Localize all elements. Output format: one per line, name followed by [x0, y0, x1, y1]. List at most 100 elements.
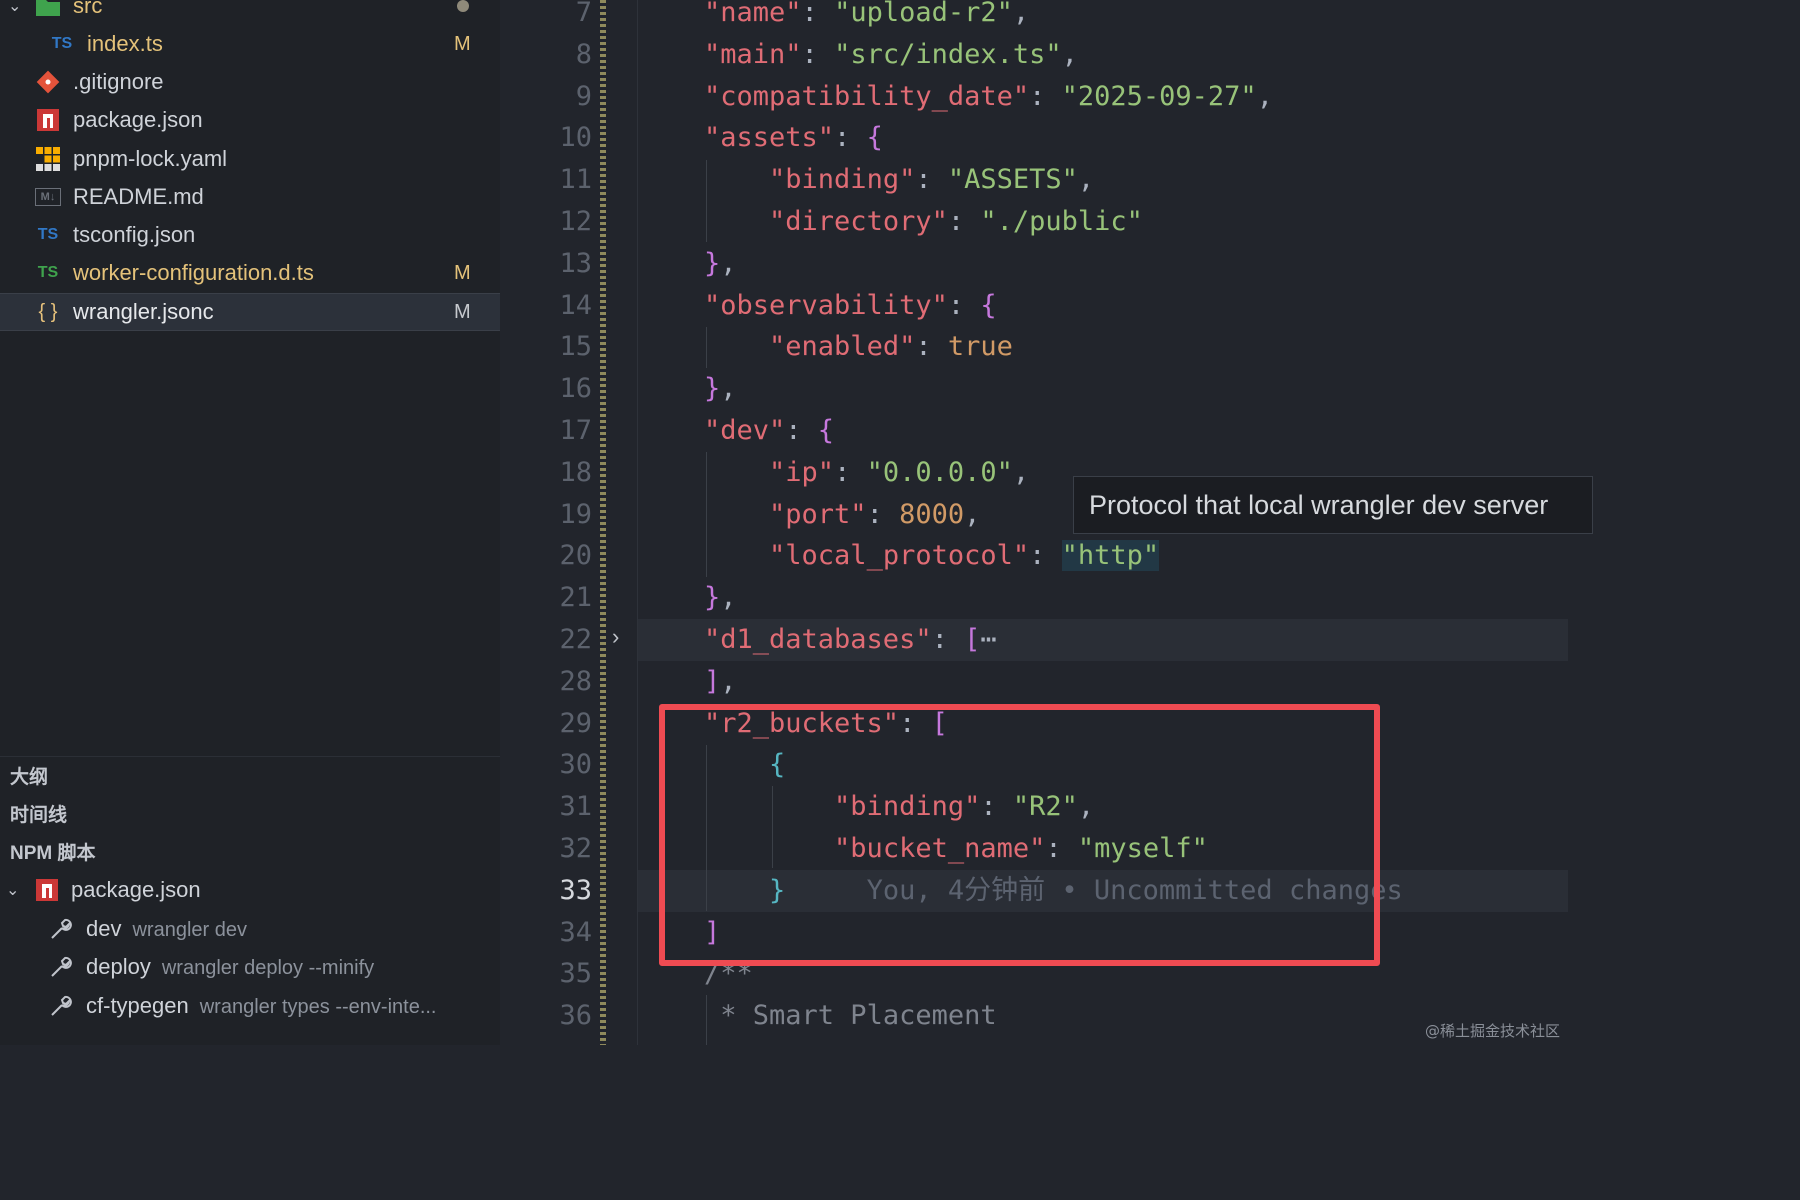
line-number: 33: [559, 874, 592, 906]
json-value: "http": [1061, 540, 1160, 572]
json-value: "0.0.0.0": [866, 456, 1013, 488]
code-line[interactable]: 20 "local_protocol": "http": [500, 535, 1568, 577]
line-number: 16: [559, 373, 592, 405]
file-name: tsconfig.json: [73, 222, 196, 247]
line-number: 21: [559, 582, 592, 614]
script-command: wrangler deploy --minify: [161, 957, 375, 979]
tree-file-worker-configuration[interactable]: TS worker-configuration.d.ts M: [0, 254, 500, 292]
line-number: 34: [559, 916, 592, 948]
code-line[interactable]: 22 "d1_databases": [⋯: [500, 619, 1568, 661]
json-value: "src/index.ts": [834, 38, 1062, 70]
code-line[interactable]: 21 },: [500, 577, 1568, 619]
json-key: "observability": [704, 289, 948, 321]
file-name: README.md: [73, 184, 204, 209]
code-line[interactable]: 15 "enabled": true: [500, 326, 1568, 368]
line-number: 35: [559, 958, 592, 990]
line-number: 9: [575, 80, 592, 112]
modified-badge: M: [454, 32, 471, 55]
tree-file-tsconfig[interactable]: TS tsconfig.json: [0, 216, 500, 254]
code-line[interactable]: 10 "assets": {: [500, 117, 1568, 159]
code-line[interactable]: 16 },: [500, 368, 1568, 410]
file-name: wrangler.jsonc: [73, 299, 214, 324]
code-line[interactable]: 8 "main": "src/index.ts",: [500, 34, 1568, 76]
code-line[interactable]: 12 "directory": "./public": [500, 201, 1568, 243]
line-number: 29: [559, 707, 592, 739]
line-number: 10: [559, 122, 592, 154]
comment: * Smart Placement: [720, 1000, 997, 1032]
watermark: @稀土掘金技术社区: [1424, 1022, 1560, 1040]
file-name: worker-configuration.d.ts: [73, 260, 314, 285]
script-name: deploy: [86, 954, 151, 979]
code-line[interactable]: 17 "dev": {: [500, 410, 1568, 452]
tree-folder-src[interactable]: ⌄ src: [0, 0, 500, 25]
json-value: "2025-09-27": [1061, 80, 1257, 112]
script-name: dev: [86, 916, 122, 941]
ts-icon: TS: [51, 35, 73, 52]
wrench-icon: [48, 993, 74, 1025]
line-number: 20: [559, 540, 592, 572]
ts-icon: TS: [37, 264, 59, 281]
modified-badge: M: [454, 300, 471, 323]
script-entry: dev wrangler dev: [86, 916, 247, 942]
npm-package-json[interactable]: ⌄ package.json: [0, 871, 500, 909]
code-line[interactable]: 28 ],: [500, 661, 1568, 703]
chevron-right-icon[interactable]: ›: [612, 624, 619, 650]
npm-scripts-panel-header[interactable]: NPM 脚本: [0, 832, 500, 870]
json-value: 8000: [899, 498, 965, 530]
line-number: 12: [559, 206, 592, 237]
json-key: "d1_databases": [704, 624, 932, 655]
chevron-down-icon: ⌄: [6, 882, 20, 899]
code-line[interactable]: 11 "binding": "ASSETS",: [500, 159, 1568, 201]
markdown-icon: M↓: [35, 188, 61, 206]
folder-name: src: [73, 0, 103, 18]
line-number: 36: [559, 1000, 592, 1032]
json-key: "main": [704, 38, 802, 70]
folded-ellipsis[interactable]: ⋯: [980, 624, 996, 655]
npm-icon: [35, 107, 61, 133]
line-number: 32: [559, 833, 592, 864]
annotation-highlight-box: [659, 704, 1380, 966]
npm-script-deploy[interactable]: deploy wrangler deploy --minify: [0, 948, 500, 986]
line-number: 8: [575, 38, 592, 70]
npm-icon: [35, 878, 59, 908]
indent-guide: [706, 327, 707, 368]
tree-file-pnpm-lock[interactable]: pnpm-lock.yaml: [0, 140, 500, 178]
json-value: true: [947, 331, 1013, 363]
file-name: pnpm-lock.yaml: [73, 146, 228, 171]
tree-file-readme[interactable]: M↓ README.md: [0, 178, 500, 216]
code-line[interactable]: 7 "name": "upload-r2",: [500, 0, 1568, 34]
script-command: wrangler types --env-inte...: [199, 996, 437, 1018]
code-line[interactable]: 13 },: [500, 243, 1568, 285]
file-name: .gitignore: [73, 69, 164, 94]
line-number: 7: [575, 0, 592, 28]
line-number: 22: [559, 624, 592, 655]
tree-file-wrangler-jsonc[interactable]: { } wrangler.jsonc M: [0, 293, 500, 331]
script-entry: cf-typegen wrangler types --env-inte...: [86, 993, 437, 1019]
file-name: package.json: [73, 107, 203, 132]
hover-tooltip: Protocol that local wrangler dev server: [1073, 476, 1593, 534]
modified-dot: [457, 0, 469, 12]
code-line[interactable]: 14 "observability": {: [500, 285, 1568, 327]
outline-panel-header[interactable]: 大纲: [0, 756, 500, 794]
npm-script-dev[interactable]: dev wrangler dev: [0, 910, 500, 948]
indent-guide: [706, 160, 707, 242]
code-line[interactable]: 9 "compatibility_date": "2025-09-27",: [500, 76, 1568, 118]
tree-file-index-ts[interactable]: TS index.ts M: [0, 25, 500, 63]
script-name: cf-typegen: [86, 993, 189, 1018]
json-braces-icon: { }: [38, 300, 58, 323]
file-name: index.ts: [87, 31, 163, 56]
tree-file-gitignore[interactable]: .gitignore: [0, 63, 500, 101]
timeline-panel-header[interactable]: 时间线: [0, 794, 500, 832]
chevron-down-icon: ⌄: [8, 0, 22, 15]
tree-file-package-json[interactable]: package.json: [0, 101, 500, 139]
code-line[interactable]: 36 * Smart Placement: [500, 995, 1568, 1037]
json-key: "compatibility_date": [704, 80, 1030, 112]
json-key: "ip": [769, 456, 835, 488]
npm-script-cf-typegen[interactable]: cf-typegen wrangler types --env-inte...: [0, 987, 500, 1025]
line-number: 14: [559, 289, 592, 321]
explorer-sidebar: ⌄ src TS index.ts M .gitignore package.j…: [0, 0, 500, 1045]
modified-badge: M: [454, 261, 471, 284]
npm-package-label: package.json: [71, 877, 201, 902]
indent-guide: [706, 452, 707, 577]
json-value: "ASSETS": [947, 164, 1078, 196]
